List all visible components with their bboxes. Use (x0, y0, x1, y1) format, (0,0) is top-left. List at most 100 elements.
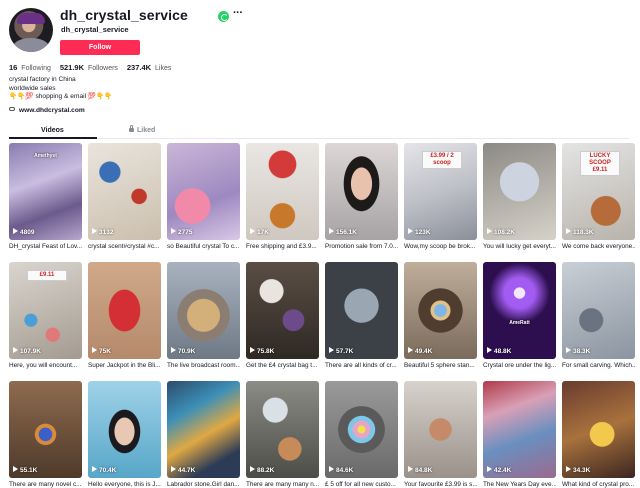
play-icon (92, 347, 97, 353)
view-count-value: 88.2K (257, 467, 275, 474)
video-card[interactable]: 156.1K Promotion sale from 7.0... (325, 143, 398, 250)
video-card[interactable]: 34.3K What kind of crystal pro... (562, 381, 635, 488)
avatar-cap (17, 13, 45, 24)
video-thumbnail[interactable]: 2775 (167, 143, 240, 240)
video-thumbnail[interactable]: Amethyst 4809 (9, 143, 82, 240)
video-caption[interactable]: Super Jackpot in the Bli... (88, 362, 161, 369)
video-thumbnail[interactable]: £9.11 107.9K (9, 262, 82, 359)
video-thumbnail[interactable]: 49.4K (404, 262, 477, 359)
video-caption[interactable]: What kind of crystal pro... (562, 481, 635, 488)
video-card[interactable]: 84.6K £ 5 off for all new custo... (325, 381, 398, 488)
tab-videos[interactable]: Videos (41, 127, 64, 134)
video-card[interactable]: 42.4K The New Years Day eve... (483, 381, 556, 488)
nickname: dh_crystal_service (61, 25, 129, 34)
video-thumbnail[interactable]: LUCKY SCOOP £9.11 118.3K (562, 143, 635, 240)
video-card[interactable]: 75.8K Get the £4 crystal bag t... (246, 262, 319, 369)
following-stat[interactable]: 16 Following (9, 63, 51, 72)
video-card[interactable]: 55.1K There are many novel c... (9, 381, 82, 488)
video-thumbnail[interactable]: AmeRatt 48.8K (483, 262, 556, 359)
video-caption[interactable]: Labrador stone.Girl dan... (167, 481, 240, 488)
profile-tabs: Videos Liked (9, 125, 629, 139)
video-caption[interactable]: crystal scent#crystal #c... (88, 243, 161, 250)
profile-link-text: www.dhdcrystal.com (19, 107, 85, 114)
video-caption[interactable]: Free shipping and £3.9... (246, 243, 319, 250)
video-thumbnail[interactable]: 108.2K (483, 143, 556, 240)
view-count-value: 70.4K (99, 467, 117, 474)
followers-stat[interactable]: 521.9K Followers (59, 63, 118, 72)
video-caption[interactable]: Hello everyone, this is J... (88, 481, 161, 488)
video-card[interactable]: LUCKY SCOOP £9.11 118.3K We come back ever… (562, 143, 635, 250)
video-caption[interactable]: £ 5 off for all new custo... (325, 481, 398, 488)
view-count: 84.8K (408, 466, 432, 474)
video-caption[interactable]: Beautiful 5 sphere stan... (404, 362, 477, 369)
price-sign: LUCKY SCOOP £9.11 (580, 151, 620, 176)
video-thumbnail[interactable]: 70.9K (167, 262, 240, 359)
video-caption[interactable]: There are many novel c... (9, 481, 82, 488)
video-card[interactable]: £3.99 / 2 scoop 123K Wow,my scoop be brok.… (404, 143, 477, 250)
video-caption[interactable]: The New Years Day eve... (483, 481, 556, 488)
video-thumbnail[interactable]: 34.3K (562, 381, 635, 478)
play-icon (329, 347, 334, 353)
more-options-icon[interactable]: ··· (233, 7, 243, 19)
followers-count: 521.9K (59, 63, 85, 72)
username: dh_crystal_service (60, 7, 188, 23)
video-caption[interactable]: Get the £4 crystal bag t... (246, 362, 319, 369)
video-caption[interactable]: We come back everyone... (562, 243, 635, 250)
view-count: 3132 (92, 228, 113, 236)
video-card[interactable]: 57.7K There are all kinds of cr... (325, 262, 398, 369)
video-thumbnail[interactable]: 55.1K (9, 381, 82, 478)
video-card[interactable]: 75K Super Jackpot in the Bli... (88, 262, 161, 369)
video-card[interactable]: 84.8K Your favourite £3.99 is s... (404, 381, 477, 488)
tab-liked[interactable]: Liked (129, 125, 155, 134)
video-thumbnail[interactable]: 17K (246, 143, 319, 240)
video-caption[interactable]: Wow,my scoop be brok... (404, 243, 477, 250)
video-thumbnail[interactable]: 75K (88, 262, 161, 359)
video-thumbnail[interactable]: 38.3K (562, 262, 635, 359)
video-caption[interactable]: You will lucky get everyt... (483, 243, 556, 250)
video-card[interactable]: 70.4K Hello everyone, this is J... (88, 381, 161, 488)
video-thumbnail[interactable]: 88.2K (246, 381, 319, 478)
video-card[interactable]: Amethyst 4809 DH_crystal Feast of Lov... (9, 143, 82, 250)
video-card[interactable]: 38.3K For small carving. Which... (562, 262, 635, 369)
video-caption[interactable]: Crystal ore under the lig... (483, 362, 556, 369)
video-card[interactable]: £9.11 107.9K Here, you will encount... (9, 262, 82, 369)
video-thumbnail[interactable]: 156.1K (325, 143, 398, 240)
video-card[interactable]: AmeRatt 48.8K Crystal ore under the lig... (483, 262, 556, 369)
video-thumbnail[interactable]: 75.8K (246, 262, 319, 359)
video-caption[interactable]: The live broadcast room... (167, 362, 240, 369)
play-icon (329, 228, 334, 234)
video-card[interactable]: 88.2K There are many many n... (246, 381, 319, 488)
whatsapp-icon[interactable] (218, 11, 229, 22)
video-caption[interactable]: There are all kinds of cr... (325, 362, 398, 369)
video-thumbnail[interactable]: £3.99 / 2 scoop 123K (404, 143, 477, 240)
view-count: 55.1K (13, 466, 37, 474)
video-card[interactable]: 44.7K Labrador stone.Girl dan... (167, 381, 240, 488)
video-thumbnail[interactable]: 70.4K (88, 381, 161, 478)
view-count-value: 2775 (178, 229, 193, 236)
video-thumbnail[interactable]: 84.8K (404, 381, 477, 478)
video-caption[interactable]: There are many many n... (246, 481, 319, 488)
play-icon (171, 228, 176, 234)
follow-button[interactable]: Follow (60, 40, 140, 55)
view-count-value: 17K (257, 229, 269, 236)
video-caption[interactable]: Here, you will encount... (9, 362, 82, 369)
video-card[interactable]: 108.2K You will lucky get everyt... (483, 143, 556, 250)
video-caption[interactable]: Promotion sale from 7.0... (325, 243, 398, 250)
video-thumbnail[interactable]: 42.4K (483, 381, 556, 478)
video-thumbnail[interactable]: 84.6K (325, 381, 398, 478)
video-thumbnail[interactable]: 57.7K (325, 262, 398, 359)
video-card[interactable]: 70.9K The live broadcast room... (167, 262, 240, 369)
video-card[interactable]: 2775 so Beautiful crystal To c... (167, 143, 240, 250)
video-card[interactable]: 49.4K Beautiful 5 sphere stan... (404, 262, 477, 369)
video-thumbnail[interactable]: 44.7K (167, 381, 240, 478)
video-card[interactable]: 17K Free shipping and £3.9... (246, 143, 319, 250)
video-caption[interactable]: For small carving. Which... (562, 362, 635, 369)
video-caption[interactable]: DH_crystal Feast of Lov... (9, 243, 82, 250)
video-caption[interactable]: Your favourite £3.99 is s... (404, 481, 477, 488)
video-card[interactable]: 3132 crystal scent#crystal #c... (88, 143, 161, 250)
video-thumbnail[interactable]: 3132 (88, 143, 161, 240)
video-caption[interactable]: so Beautiful crystal To c... (167, 243, 240, 250)
play-icon (250, 466, 255, 472)
profile-link[interactable]: www.dhdcrystal.com (9, 107, 85, 114)
avatar[interactable] (9, 8, 53, 52)
